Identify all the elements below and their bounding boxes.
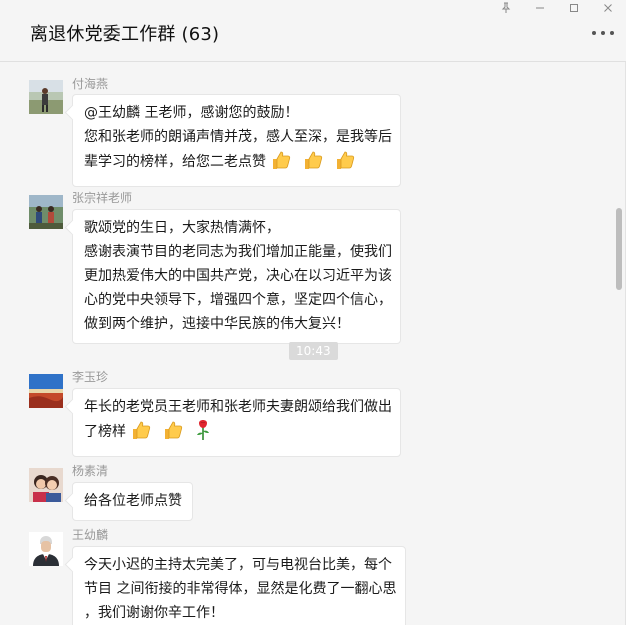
message-bubble[interactable]: 年长的老党员王老师和张老师夫妻朗颂给我们做出 了榜样 bbox=[72, 388, 401, 457]
message-text: 感谢表演节目的老同志为我们增加正能量，使我们 bbox=[84, 244, 392, 260]
thumbs-up-icon bbox=[334, 149, 356, 179]
avatar[interactable] bbox=[29, 468, 63, 502]
more-options-icon[interactable] bbox=[592, 26, 614, 40]
message-text: 辈学习的榜样，给您二老点赞 bbox=[84, 154, 266, 170]
message-text: 更加热爱伟大的中国共产党，决心在以习近平为该 bbox=[84, 268, 392, 284]
thumbs-up-icon bbox=[270, 149, 292, 179]
timestamp-divider: 10:43 bbox=[289, 342, 338, 360]
message-text: 歌颂党的生日，大家热情满怀， bbox=[84, 220, 280, 236]
chat-window: 离退休党委工作群 (63) 付海燕 @王幼麟 王老师，感谢您的鼓励！ 您和张老师… bbox=[0, 0, 626, 625]
message-text: 今天小迟的主持太完美了，可与电视台比美，每个 bbox=[84, 557, 392, 573]
message-bubble[interactable]: 歌颂党的生日，大家热情满怀， 感谢表演节目的老同志为我们增加正能量，使我们 更加… bbox=[72, 209, 401, 344]
sender-name: 李玉珍 bbox=[72, 370, 109, 384]
sender-name: 张宗祥老师 bbox=[72, 191, 133, 205]
avatar[interactable] bbox=[29, 80, 63, 114]
message-bubble[interactable]: 给各位老师点赞 bbox=[72, 482, 193, 521]
thumbs-up-icon bbox=[130, 419, 152, 449]
maximize-icon[interactable] bbox=[557, 0, 591, 16]
sender-name: 王幼麟 bbox=[72, 528, 109, 542]
thumbs-up-icon bbox=[302, 149, 324, 179]
message-text: 给各位老师点赞 bbox=[84, 493, 182, 509]
avatar[interactable] bbox=[29, 532, 63, 566]
message-text: 节目 之间衔接的非常得体，显然是化费了一翻心思 bbox=[84, 581, 397, 597]
message-text: 了榜样 bbox=[84, 424, 126, 440]
scrollbar[interactable] bbox=[616, 63, 622, 625]
scrollbar-thumb[interactable] bbox=[616, 208, 622, 290]
message-text: 您和张老师的朗诵声情并茂，感人至深，是我等后 bbox=[84, 129, 392, 145]
window-controls bbox=[489, 0, 625, 16]
message-list[interactable]: 付海燕 @王幼麟 王老师，感谢您的鼓励！ 您和张老师的朗诵声情并茂，感人至深，是… bbox=[0, 63, 626, 625]
close-icon[interactable] bbox=[591, 0, 625, 16]
message-text: 年长的老党员王老师和张老师夫妻朗颂给我们做出 bbox=[84, 399, 392, 415]
message-text: ，我们谢谢你辛工作！ bbox=[84, 605, 224, 621]
sender-name: 杨素清 bbox=[72, 464, 109, 478]
message-text: 心的党中央领导下，增强四个意，坚定四个信心， bbox=[84, 292, 392, 308]
message-bubble[interactable]: @王幼麟 王老师，感谢您的鼓励！ 您和张老师的朗诵声情并茂，感人至深，是我等后 … bbox=[72, 94, 401, 187]
avatar[interactable] bbox=[29, 374, 63, 408]
chat-title: 离退休党委工作群 (63) bbox=[30, 24, 220, 45]
message-bubble[interactable]: 今天小迟的主持太完美了，可与电视台比美，每个 节目 之间衔接的非常得体，显然是化… bbox=[72, 546, 406, 625]
rose-icon bbox=[194, 419, 212, 449]
message-text: 做到两个维护，迍接中华民族的伟大复兴！ bbox=[84, 316, 350, 332]
pin-icon[interactable] bbox=[489, 0, 523, 16]
avatar[interactable] bbox=[29, 195, 63, 229]
minimize-icon[interactable] bbox=[523, 0, 557, 16]
thumbs-up-icon bbox=[162, 419, 184, 449]
message-text: @王幼麟 王老师，感谢您的鼓励！ bbox=[84, 105, 299, 121]
sender-name: 付海燕 bbox=[72, 77, 109, 91]
